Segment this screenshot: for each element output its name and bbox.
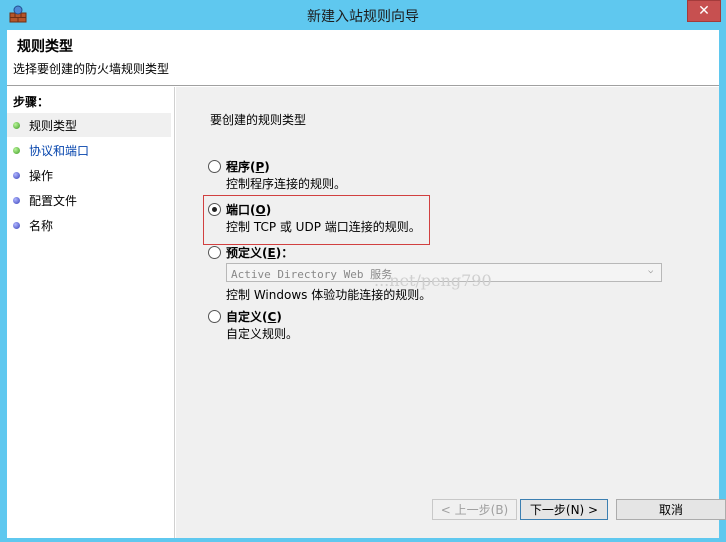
- step-pending-icon: [13, 221, 20, 229]
- step-pending-icon: [13, 196, 20, 204]
- option-label: 自定义(C): [226, 310, 282, 324]
- option-description: 控制 TCP 或 UDP 端口连接的规则。: [226, 220, 421, 234]
- radio-program[interactable]: [208, 160, 221, 173]
- next-button[interactable]: 下一步(N) >: [520, 499, 608, 520]
- page-subtitle: 选择要创建的防火墙规则类型: [13, 62, 170, 76]
- option-label: 预定义(E)：: [226, 246, 294, 260]
- step-name[interactable]: 名称: [7, 213, 171, 237]
- option-description: 控制程序连接的规则。: [226, 177, 347, 191]
- main-panel: 要创建的规则类型 程序(P) 控制程序连接的规则。 端口(O) 控制 TCP 或…: [176, 87, 726, 538]
- page-title: 规则类型: [17, 39, 73, 55]
- option-label: 程序(P): [226, 160, 270, 174]
- radio-predefined[interactable]: [208, 246, 221, 259]
- step-protocol-port[interactable]: 协议和端口: [7, 138, 171, 162]
- close-icon: ✕: [698, 3, 710, 19]
- step-label: 配置文件: [29, 193, 78, 208]
- option-label: 端口(O): [226, 203, 272, 217]
- option-description: 自定义规则。: [226, 327, 299, 341]
- step-pending-icon: [13, 171, 20, 179]
- rule-type-question: 要创建的规则类型: [210, 113, 307, 127]
- step-current-icon: [13, 146, 20, 154]
- step-label: 协议和端口: [29, 143, 90, 158]
- wizard-window: 新建入站规则向导 ✕ 规则类型 选择要创建的防火墙规则类型 步骤： 规则类型 协…: [0, 0, 726, 542]
- steps-title: 步骤：: [13, 95, 50, 109]
- step-label: 规则类型: [29, 118, 78, 133]
- predefined-select-value: Active Directory Web 服务: [231, 268, 393, 281]
- step-rule-type[interactable]: 规则类型: [7, 113, 171, 137]
- chevron-down-icon: ⌵: [648, 266, 654, 276]
- client-area: 规则类型 选择要创建的防火墙规则类型 步骤： 规则类型 协议和端口 操作 配置文…: [7, 30, 726, 538]
- step-label: 名称: [29, 218, 54, 233]
- step-label: 操作: [29, 168, 54, 183]
- steps-sidebar: 步骤： 规则类型 协议和端口 操作 配置文件 名称: [7, 87, 175, 538]
- close-button[interactable]: ✕: [687, 0, 721, 22]
- step-profile[interactable]: 配置文件: [7, 188, 171, 212]
- step-done-icon: [13, 121, 20, 129]
- cancel-button[interactable]: 取消: [616, 499, 726, 520]
- radio-custom[interactable]: [208, 310, 221, 323]
- wizard-header: 规则类型 选择要创建的防火墙规则类型: [7, 30, 719, 86]
- watermark: ...net/peng790: [374, 271, 492, 290]
- window-title: 新建入站规则向导: [307, 9, 419, 25]
- radio-port[interactable]: [208, 203, 221, 216]
- step-action[interactable]: 操作: [7, 163, 171, 187]
- title-bar[interactable]: 新建入站规则向导 ✕: [0, 0, 726, 30]
- back-button[interactable]: < 上一步(B): [432, 499, 517, 520]
